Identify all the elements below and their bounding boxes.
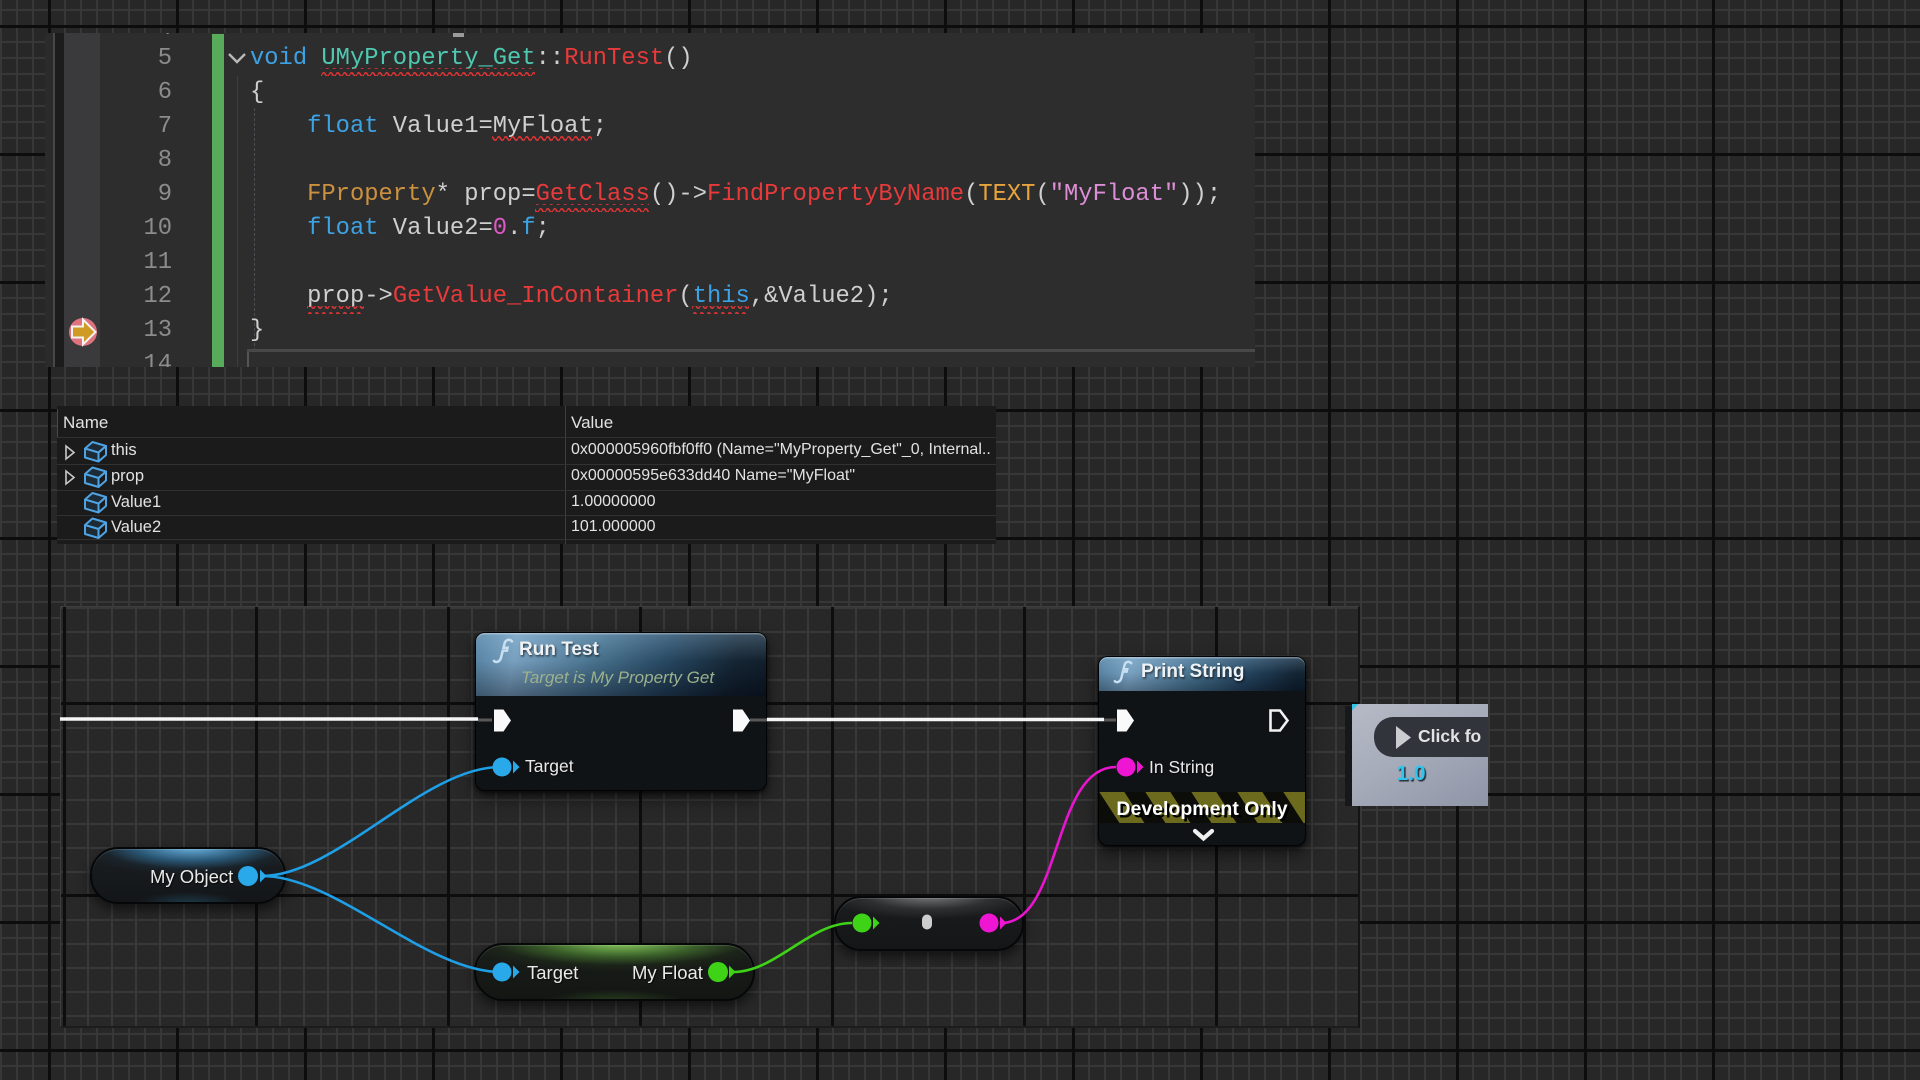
svg-text:Development Only: Development Only [1116,798,1287,820]
